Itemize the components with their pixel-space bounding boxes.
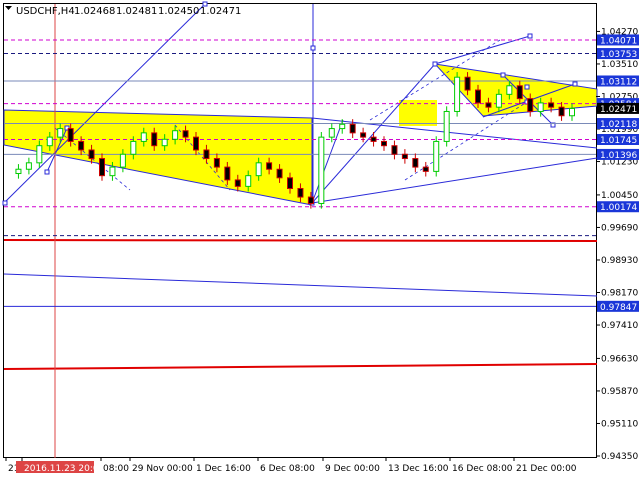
candle-body	[46, 136, 53, 147]
candle-body	[569, 107, 575, 117]
candle-body	[57, 128, 64, 138]
x-tick-label: 9 Dec 00:00	[325, 464, 380, 474]
candle-body	[454, 76, 461, 112]
candle-body	[151, 132, 158, 147]
candle-body	[307, 196, 314, 204]
close-value: 1.02471	[200, 6, 241, 17]
price-tag-label: 1.01396	[600, 151, 637, 161]
candle-body	[15, 168, 22, 175]
y-tick-label: 0.99690	[601, 223, 638, 233]
price-tag-label: 1.02118	[600, 120, 637, 130]
candle-body	[485, 102, 492, 108]
price-tag-label: 1.03753	[600, 50, 637, 60]
price-tag-label: 1.03112	[600, 77, 637, 87]
chart-header: USDCHF,H4 1.02468 1.02481 1.02450 1.0247…	[5, 6, 241, 17]
x-tick-label: 6 Dec 08:00	[260, 464, 315, 474]
candle-body	[464, 76, 471, 91]
candle-body	[99, 158, 105, 177]
y-tick-label: 0.95870	[601, 387, 638, 397]
y-tick-label: 1.03510	[601, 60, 638, 70]
y-tick-label: 0.97410	[601, 321, 638, 331]
candle-body	[25, 162, 32, 170]
price-tag-label: 0.97847	[600, 303, 637, 313]
y-tick-label: 0.96630	[601, 354, 638, 364]
candle-body	[213, 158, 220, 168]
symbol-label: USDCHF,H4	[16, 6, 75, 17]
red-level-line	[3, 239, 598, 242]
y-tick-label: 0.94350	[601, 452, 638, 462]
candle-body	[255, 162, 262, 177]
candle-body	[266, 162, 273, 170]
candle-body	[349, 123, 356, 134]
x-tick-label: 21 Dec 00:00	[516, 464, 577, 474]
candle-body	[516, 85, 523, 100]
candle-body	[433, 140, 440, 172]
candle-body	[537, 102, 544, 112]
candle-body	[318, 136, 325, 204]
candle-body	[203, 149, 210, 160]
price-tag-label: 1.04071	[600, 36, 637, 46]
price-chart: 1.042701.035101.027501.019901.012301.004…	[0, 0, 640, 480]
candle-body	[140, 132, 147, 142]
candle-body	[193, 136, 199, 151]
x-tick-label: 08:00	[103, 464, 129, 474]
candle-body	[161, 138, 168, 147]
candle-body	[119, 153, 126, 168]
candle-body	[172, 130, 179, 140]
candle-body	[506, 85, 513, 95]
x-tick-label: 16 Dec 08:00	[452, 464, 513, 474]
y-tick-label: 1.00450	[601, 191, 638, 201]
x-tick-label: 2016.11.23 20:00	[24, 464, 105, 474]
price-tag-label: 1.00174	[600, 203, 637, 213]
candle-body	[276, 168, 283, 179]
candle-body	[548, 102, 555, 108]
candle-body	[36, 145, 43, 164]
candle-body	[328, 128, 335, 138]
candle-body	[339, 123, 346, 130]
x-tick-label: 13 Dec 16:00	[388, 464, 449, 474]
x-tick-label: 29 Nov 00:00	[132, 464, 193, 474]
candle-body	[245, 175, 252, 187]
candle-body	[360, 132, 367, 138]
low-value: 1.02450	[158, 6, 199, 17]
price-tag-label: 1.01745	[600, 136, 637, 146]
x-tick-label: 1 Dec 16:00	[196, 464, 251, 474]
candle-body	[558, 106, 565, 117]
candle-body	[234, 179, 241, 187]
high-value: 1.02481	[116, 6, 157, 17]
candle-body	[182, 130, 189, 138]
y-tick-label: 0.95110	[601, 419, 638, 429]
open-value: 1.02468	[74, 6, 115, 17]
candle-body	[297, 188, 304, 198]
candle-body	[78, 140, 85, 151]
candle-body	[224, 166, 231, 181]
candle-body	[370, 136, 377, 142]
candle-body	[130, 140, 137, 155]
candle-body	[475, 89, 481, 104]
y-tick-label: 0.98170	[601, 289, 638, 299]
candle-body	[109, 166, 116, 177]
candle-body	[495, 93, 502, 108]
candle-body	[422, 166, 429, 172]
candle-body	[412, 158, 419, 168]
candle-body	[527, 98, 534, 112]
candle-body	[391, 145, 398, 155]
candle-body	[401, 153, 408, 160]
y-tick-label: 0.98930	[601, 256, 638, 266]
candle-body	[67, 128, 74, 142]
candle-body	[88, 149, 95, 160]
candle-body	[287, 177, 293, 190]
candle-body	[443, 110, 450, 142]
candle-body	[381, 140, 387, 147]
price-tag-label: 1.02471	[600, 105, 637, 115]
